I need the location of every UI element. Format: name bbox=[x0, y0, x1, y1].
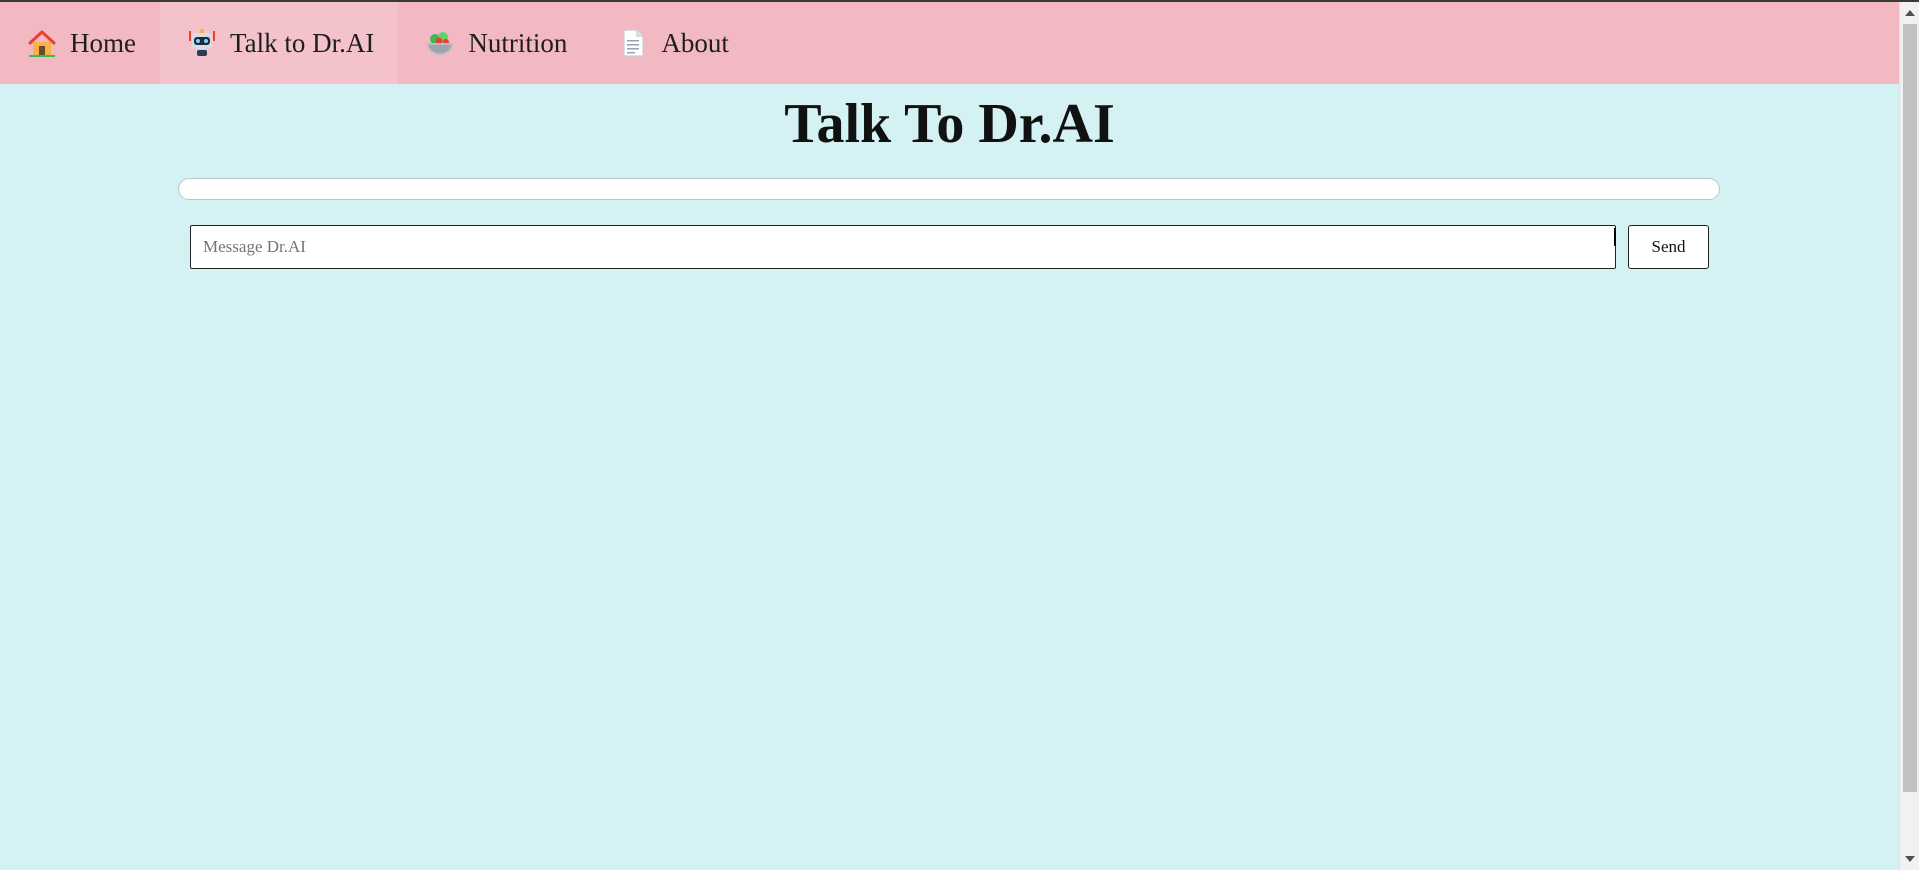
vertical-scrollbar[interactable] bbox=[1899, 2, 1919, 870]
house-icon bbox=[26, 27, 58, 59]
page-title: Talk To Dr.AI bbox=[784, 93, 1115, 155]
scroll-up-icon[interactable] bbox=[1900, 4, 1919, 22]
robot-icon bbox=[186, 27, 218, 59]
nav-item-nutrition[interactable]: Nutrition bbox=[398, 2, 591, 84]
nav-item-talk-to-drai[interactable]: Talk to Dr.AI bbox=[159, 2, 399, 84]
nav-item-label: Talk to Dr.AI bbox=[229, 27, 375, 58]
send-button[interactable]: Send bbox=[1628, 225, 1709, 269]
text-caret bbox=[1614, 228, 1616, 246]
top-nav: Home Talk to Dr.AI Nutrition About bbox=[0, 2, 1899, 84]
salad-bowl-icon bbox=[424, 27, 456, 59]
nav-item-home[interactable]: Home bbox=[0, 2, 160, 84]
nav-item-label: Nutrition bbox=[468, 27, 568, 58]
document-icon bbox=[617, 27, 649, 59]
scroll-thumb[interactable] bbox=[1903, 24, 1917, 792]
page: Home Talk to Dr.AI Nutrition About Talk … bbox=[0, 2, 1899, 870]
nav-item-label: About bbox=[661, 27, 729, 58]
message-input[interactable] bbox=[190, 225, 1616, 269]
chat-log bbox=[178, 178, 1720, 200]
nav-item-label: Home bbox=[70, 27, 136, 58]
scroll-down-icon[interactable] bbox=[1900, 850, 1919, 868]
nav-item-about[interactable]: About bbox=[591, 2, 753, 84]
